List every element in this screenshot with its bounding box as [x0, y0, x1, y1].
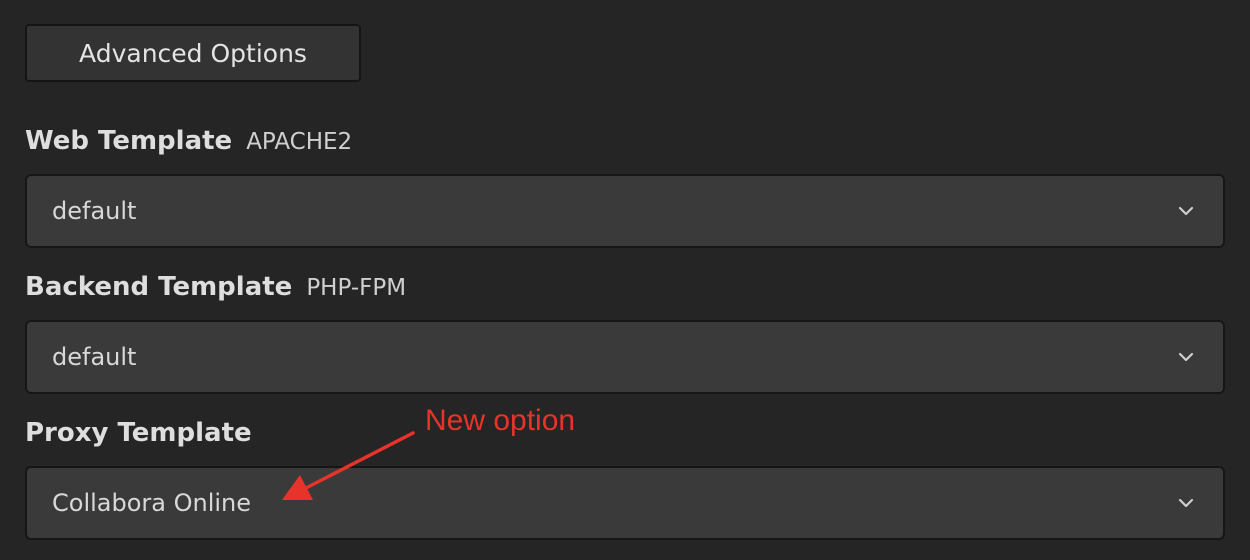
advanced-options-panel: Advanced Options Web Template APACHE2 de… [0, 0, 1250, 560]
chevron-down-icon [1178, 206, 1194, 216]
web-template-select[interactable]: default [25, 174, 1225, 248]
arrow-icon [282, 431, 415, 500]
backend-template-label-text: Backend Template [25, 272, 293, 302]
backend-template-select-value: default [52, 343, 137, 371]
advanced-options-button[interactable]: Advanced Options [25, 24, 361, 82]
chevron-down-icon [1178, 352, 1194, 362]
backend-template-select[interactable]: default [25, 320, 1225, 394]
web-template-sublabel: APACHE2 [246, 129, 353, 155]
web-template-label: Web Template APACHE2 [25, 126, 352, 156]
backend-template-label: Backend Template PHP-FPM [25, 272, 406, 302]
backend-template-sublabel: PHP-FPM [306, 275, 407, 301]
web-template-label-text: Web Template [25, 126, 233, 156]
proxy-template-label-text: Proxy Template [25, 418, 252, 448]
chevron-down-icon [1178, 498, 1194, 508]
web-template-select-value: default [52, 197, 137, 225]
proxy-template-select[interactable]: Collabora Online [25, 466, 1225, 540]
proxy-template-select-value: Collabora Online [52, 489, 252, 517]
annotation-label: New option [425, 404, 576, 437]
proxy-template-label: Proxy Template [25, 418, 252, 448]
